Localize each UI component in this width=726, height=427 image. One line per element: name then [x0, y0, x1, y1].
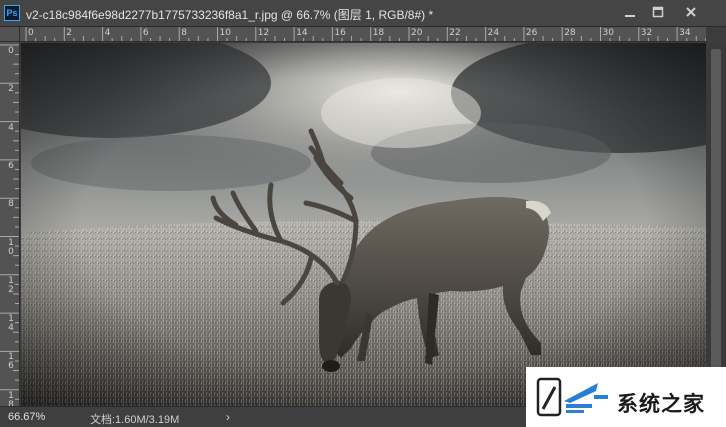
ruler-label: 20 [411, 28, 423, 38]
ruler-label: 12 [257, 28, 270, 38]
maximize-button[interactable] [647, 4, 669, 20]
reindeer-photo [21, 43, 706, 406]
vertical-scrollbar[interactable] [706, 43, 726, 406]
ruler-label: 2 [8, 84, 14, 95]
ruler-label: 18 [372, 28, 385, 38]
maximize-icon [652, 6, 664, 18]
site-watermark: 系统之家 [526, 367, 726, 427]
ruler-label: 14 [296, 28, 308, 38]
ruler-label: 0 [28, 28, 34, 38]
photoshop-icon: Ps [4, 5, 20, 21]
ruler-label: 16 [334, 28, 346, 38]
ruler-label: 24 [487, 28, 500, 38]
status-menu-arrow-icon[interactable]: › [226, 410, 230, 424]
watermark-text: 系统之家 [617, 392, 705, 416]
close-icon [686, 7, 696, 17]
horizontal-ruler[interactable]: 0 2 4 6 8 10 12 14 16 18 20 22 24 26 28 30 32 34 [20, 27, 706, 42]
document-size-info: 文档:1.60M/3.19M [90, 414, 180, 426]
ruler-label: 32 [640, 28, 653, 38]
document-title-bar[interactable]: Ps v2-c18c984f6e98d2277b1775733236f8a1_r… [0, 0, 726, 27]
ruler-label: 26 [525, 28, 538, 38]
vertical-ruler-ticks [0, 44, 19, 400]
ruler-label: 1 0 [8, 237, 14, 257]
ruler-label: 8 [181, 28, 187, 38]
minimize-button[interactable] [619, 4, 641, 20]
minimize-icon [625, 15, 635, 17]
ruler-label: 2 [66, 28, 73, 38]
ruler-label: 6 [8, 160, 14, 171]
ruler-label: 4 [8, 122, 14, 133]
ruler-label: 1 8 [8, 390, 14, 406]
ruler-label: 10 [219, 28, 231, 38]
ruler-label: 30 [602, 28, 614, 38]
zoom-level-field[interactable]: 66.67% [8, 411, 45, 423]
vertical-ruler[interactable]: 0 2 4 6 8 1 0 1 2 1 4 1 6 1 8 [0, 42, 20, 406]
close-button[interactable] [679, 4, 703, 20]
ruler-label: 22 [449, 28, 461, 38]
watermark-logo-icon [536, 377, 608, 417]
ruler-label: 0 [8, 46, 14, 56]
document-tab-title: v2-c18c984f6e98d2277b1775733236f8a1_r.jp… [26, 8, 434, 22]
ruler-label: 6 [142, 28, 149, 38]
ruler-label: 1 4 [8, 314, 14, 334]
ruler-label: 1 2 [8, 275, 14, 295]
ruler-label: 34 [679, 28, 691, 38]
ruler-label: 4 [104, 28, 111, 38]
ruler-label: 8 [8, 199, 14, 210]
scrollbar-thumb[interactable] [711, 49, 721, 379]
document-canvas[interactable] [21, 43, 706, 406]
ruler-label: 1 6 [8, 352, 14, 372]
ruler-label: 28 [564, 28, 576, 38]
ruler-origin[interactable] [0, 27, 20, 42]
